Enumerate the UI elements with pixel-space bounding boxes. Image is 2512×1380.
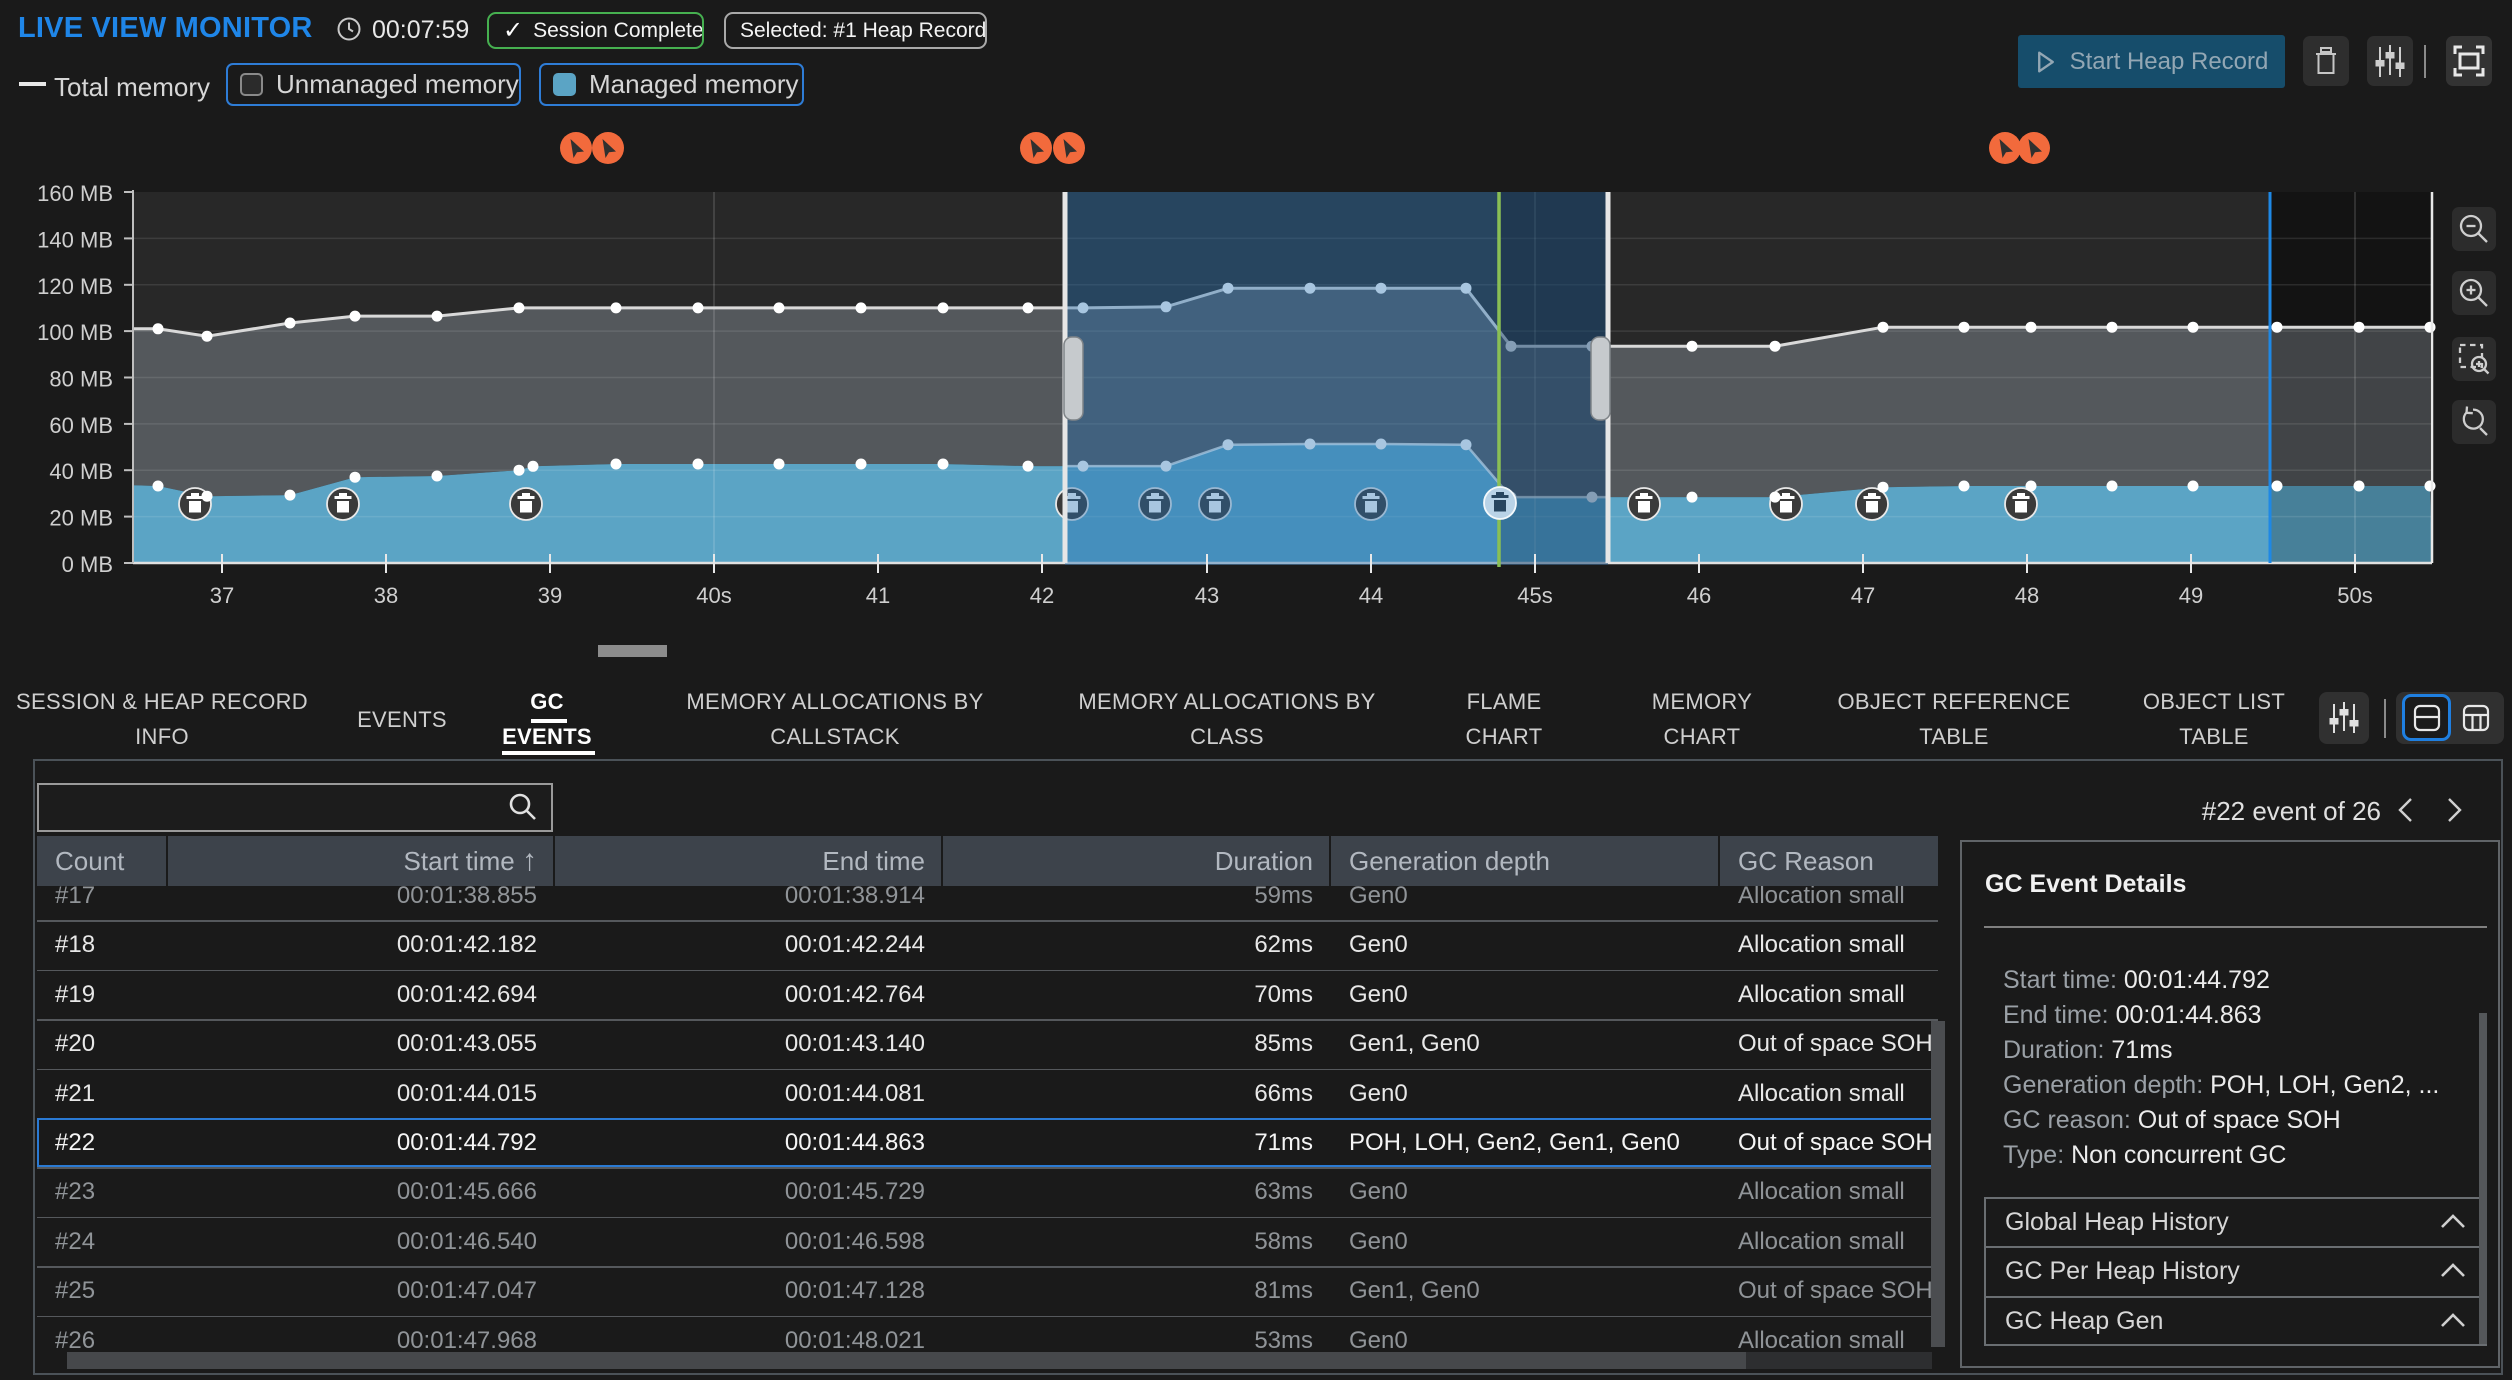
svg-text:120 MB: 120 MB: [37, 274, 113, 299]
svg-text:100 MB: 100 MB: [37, 320, 113, 345]
svg-text:38: 38: [374, 583, 398, 608]
svg-text:80 MB: 80 MB: [49, 367, 113, 392]
svg-text:46: 46: [1687, 583, 1711, 608]
svg-text:48: 48: [2015, 583, 2039, 608]
svg-text:60 MB: 60 MB: [49, 413, 113, 438]
svg-text:50s: 50s: [2337, 583, 2372, 608]
svg-text:47: 47: [1851, 583, 1875, 608]
svg-text:160 MB: 160 MB: [37, 181, 113, 206]
svg-text:45s: 45s: [1517, 583, 1552, 608]
svg-text:140 MB: 140 MB: [37, 227, 113, 252]
svg-text:49: 49: [2179, 583, 2203, 608]
svg-text:40 MB: 40 MB: [49, 459, 113, 484]
svg-text:40s: 40s: [696, 583, 731, 608]
svg-text:39: 39: [538, 583, 562, 608]
svg-text:41: 41: [866, 583, 890, 608]
svg-text:44: 44: [1359, 583, 1383, 608]
svg-text:37: 37: [210, 583, 234, 608]
svg-text:42: 42: [1030, 583, 1054, 608]
svg-text:43: 43: [1195, 583, 1219, 608]
svg-text:20 MB: 20 MB: [49, 506, 113, 531]
svg-text:0 MB: 0 MB: [62, 552, 113, 577]
